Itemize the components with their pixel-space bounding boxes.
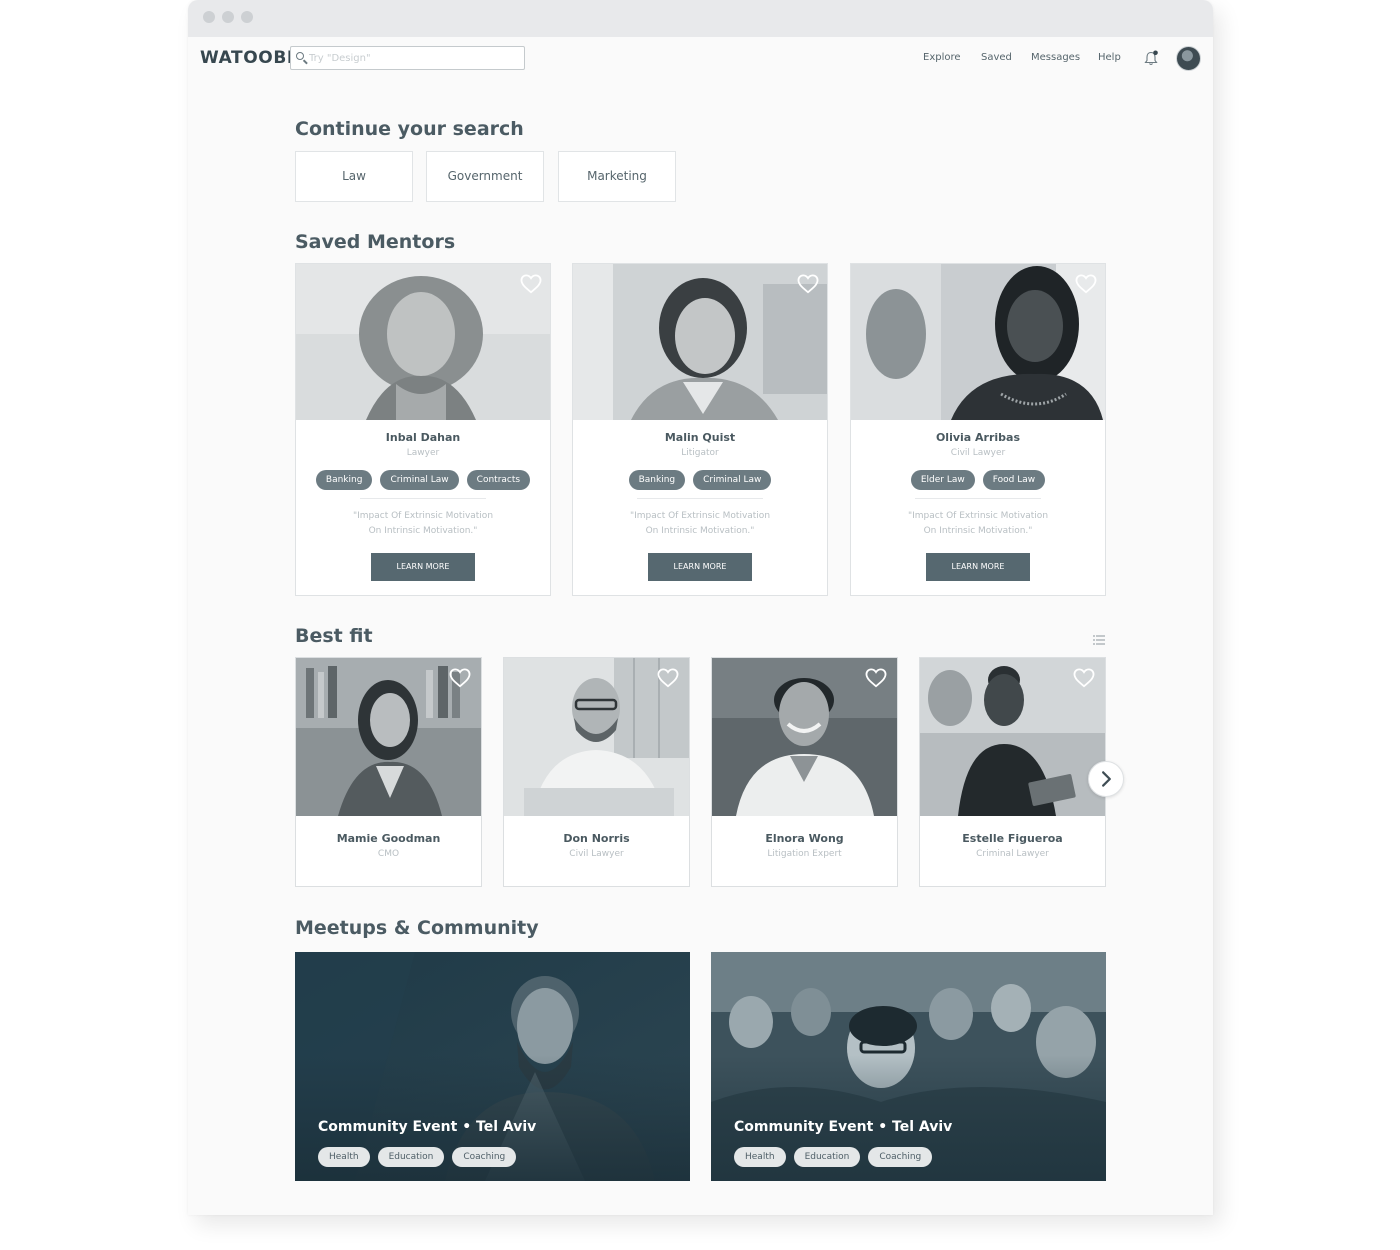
bell-icon[interactable]	[1144, 50, 1158, 66]
search-box[interactable]	[290, 46, 525, 70]
search-chip-government[interactable]: Government	[426, 151, 544, 202]
quote-line: "Impact Of Extrinsic Motivation	[907, 511, 1049, 521]
mentor-card[interactable]: Olivia Arribas Civil Lawyer Elder Law Foo…	[850, 263, 1106, 596]
user-avatar[interactable]	[1176, 46, 1201, 71]
learn-more-button[interactable]: LEARN MORE	[926, 553, 1030, 581]
best-fit-role: Litigation Expert	[767, 849, 842, 859]
event-tag[interactable]: Education	[377, 1147, 445, 1167]
mentor-role: Lawyer	[406, 448, 440, 458]
event-title: Community Event • Tel Aviv	[734, 1119, 953, 1135]
search-icon	[296, 52, 304, 60]
window-dot-close[interactable]	[203, 11, 215, 23]
mentor-name: Malin Quist	[664, 431, 736, 444]
window-dot-minimize[interactable]	[222, 11, 234, 23]
best-fit-card[interactable]: Mamie Goodman CMO	[295, 657, 482, 887]
heart-icon[interactable]	[797, 274, 819, 294]
heart-icon[interactable]	[520, 274, 542, 294]
best-fit-name: Mamie Goodman	[336, 832, 441, 845]
best-fit-name: Elnora Wong	[765, 832, 844, 845]
list-view-icon[interactable]	[1093, 635, 1105, 645]
mentor-tags: Banking Criminal Law	[573, 470, 827, 490]
nav-saved[interactable]: Saved	[981, 52, 1012, 63]
best-fit-role: CMO	[377, 849, 400, 859]
mentor-photo	[573, 264, 827, 420]
mentor-photo	[296, 264, 550, 420]
tag[interactable]: Food Law	[982, 470, 1046, 490]
quote-line: On Intrinsic Motivation."	[645, 526, 755, 536]
mentor-tags: Banking Criminal Law Contracts	[296, 470, 550, 490]
carousel-next-button[interactable]	[1088, 761, 1124, 797]
chevron-right-icon	[1102, 771, 1111, 787]
meetups-title: Meetups & Community	[295, 917, 539, 939]
event-title: Community Event • Tel Aviv	[318, 1119, 537, 1135]
top-navigation: WATOOBI Explore Saved Messages Help	[188, 37, 1213, 81]
event-tag[interactable]: Coaching	[452, 1147, 517, 1167]
learn-more-button[interactable]: LEARN MORE	[648, 553, 752, 581]
event-tag[interactable]: Health	[734, 1147, 786, 1167]
tag[interactable]: Banking	[628, 470, 686, 490]
event-tag[interactable]: Health	[318, 1147, 370, 1167]
heart-icon[interactable]	[657, 668, 679, 688]
window-dot-maximize[interactable]	[241, 11, 253, 23]
mentor-role: Litigator	[681, 448, 719, 458]
mentor-card[interactable]: Inbal Dahan Lawyer Banking Criminal Law Co…	[295, 263, 551, 596]
best-fit-card[interactable]: Elnora Wong Litigation Expert	[711, 657, 898, 887]
best-fit-name: Don Norris	[563, 832, 630, 845]
best-fit-card[interactable]: Estelle Figueroa Criminal Lawyer	[919, 657, 1106, 887]
nav-help[interactable]: Help	[1098, 52, 1121, 63]
mentor-photo	[851, 264, 1105, 420]
quote-line: "Impact Of Extrinsic Motivation	[352, 511, 494, 521]
logo[interactable]: WATOOBI	[200, 48, 294, 68]
search-chip-law[interactable]: Law	[295, 151, 413, 202]
heart-icon[interactable]	[865, 668, 887, 688]
best-fit-title: Best fit	[295, 625, 373, 647]
quote-line: "Impact Of Extrinsic Motivation	[629, 511, 771, 521]
best-fit-name: Estelle Figueroa	[962, 832, 1063, 845]
tag[interactable]: Elder Law	[910, 470, 975, 490]
divider	[915, 498, 1041, 499]
heart-icon[interactable]	[449, 668, 471, 688]
saved-mentors-title: Saved Mentors	[295, 231, 456, 253]
mentor-tags: Elder Law Food Law	[851, 470, 1105, 490]
learn-more-button[interactable]: LEARN MORE	[371, 553, 475, 581]
nav-messages[interactable]: Messages	[1031, 52, 1080, 63]
divider	[637, 498, 763, 499]
quote-line: On Intrinsic Motivation."	[923, 526, 1033, 536]
event-tags: Health Education Coaching	[318, 1147, 524, 1167]
mentor-name: Inbal Dahan	[385, 431, 461, 444]
best-fit-role: Civil Lawyer	[569, 849, 624, 859]
tag[interactable]: Contracts	[466, 470, 531, 490]
heart-icon[interactable]	[1075, 274, 1097, 294]
mentor-name: Olivia Arribas	[935, 431, 1021, 444]
event-tag[interactable]: Coaching	[868, 1147, 933, 1167]
tag[interactable]: Criminal Law	[380, 470, 459, 490]
mentor-quote: "Impact Of Extrinsic Motivation On Intri…	[881, 509, 1075, 539]
tag[interactable]: Banking	[315, 470, 373, 490]
mentor-quote: "Impact Of Extrinsic Motivation On Intri…	[326, 509, 520, 539]
browser-chrome	[188, 0, 1213, 37]
event-tags: Health Education Coaching	[734, 1147, 940, 1167]
best-fit-role: Criminal Lawyer	[976, 849, 1049, 859]
search-input[interactable]	[309, 49, 519, 67]
event-tag[interactable]: Education	[793, 1147, 861, 1167]
event-card[interactable]: Community Event • Tel Aviv Health Educati…	[295, 952, 690, 1181]
event-card[interactable]: Community Event • Tel Aviv Health Educati…	[711, 952, 1106, 1181]
continue-search-title: Continue your search	[295, 118, 524, 140]
best-fit-card[interactable]: Don Norris Civil Lawyer	[503, 657, 690, 887]
divider	[360, 498, 486, 499]
heart-icon[interactable]	[1073, 668, 1095, 688]
mentor-quote: "Impact Of Extrinsic Motivation On Intri…	[603, 509, 797, 539]
browser-window: WATOOBI Explore Saved Messages Help Cont…	[188, 0, 1213, 1215]
nav-explore[interactable]: Explore	[923, 52, 961, 63]
mentor-card[interactable]: Malin Quist Litigator Banking Criminal La…	[572, 263, 828, 596]
search-chip-marketing[interactable]: Marketing	[558, 151, 676, 202]
quote-line: On Intrinsic Motivation."	[368, 526, 478, 536]
tag[interactable]: Criminal Law	[693, 470, 772, 490]
mentor-role: Civil Lawyer	[950, 448, 1006, 458]
